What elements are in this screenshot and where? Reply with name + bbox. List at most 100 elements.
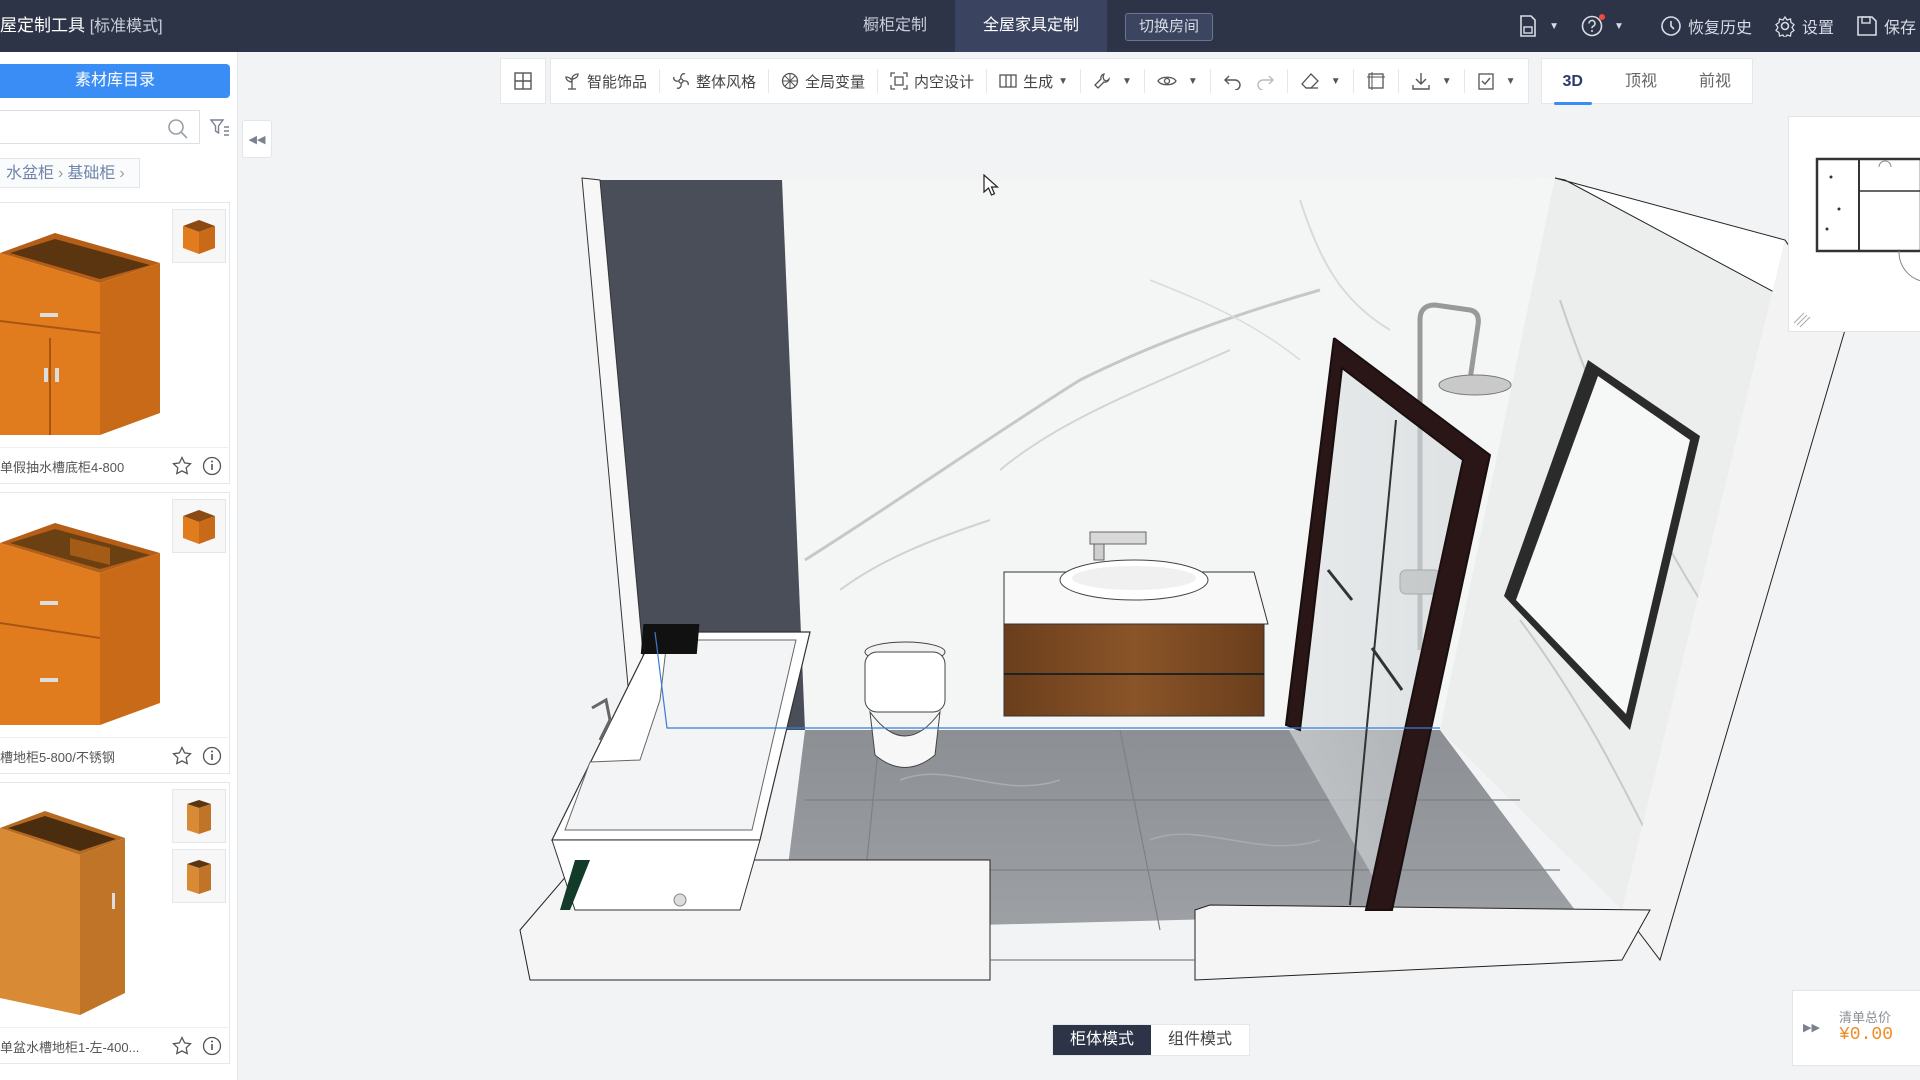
notification-dot: [1599, 14, 1606, 20]
gear-icon: [1775, 15, 1795, 37]
double-chevron-left-icon: ◀◀: [248, 133, 266, 146]
overall-style-label: 整体风格: [696, 73, 757, 91]
chevron-right-icon: ›: [58, 165, 64, 182]
toilet[interactable]: [864, 641, 946, 768]
checklist-icon: [1477, 73, 1494, 90]
download-icon: [1412, 73, 1430, 90]
cabinet-mode-button[interactable]: 柜体模式: [1053, 1025, 1152, 1055]
chevron-down-icon: ▼: [1121, 75, 1132, 87]
item-name: 槽地柜5-800/不锈钢: [0, 750, 115, 765]
collapse-panel-button[interactable]: ◀◀: [242, 120, 272, 158]
save-button[interactable]: 保存: [1856, 14, 1916, 38]
item-name: 单假抽水槽底柜4-800: [0, 460, 125, 475]
breadcrumb: 水盆柜 › 基础柜 ›: [0, 158, 140, 188]
view-tabs: 3D 顶视 前视: [1540, 58, 1753, 105]
search-input[interactable]: [0, 111, 150, 143]
mode-toggle: 柜体模式 组件模式: [1052, 1024, 1251, 1056]
eye-icon: [1157, 76, 1177, 86]
search-icon[interactable]: [167, 118, 189, 140]
layout-group: [500, 58, 546, 104]
info-icon[interactable]: [202, 1036, 222, 1056]
overall-style-button[interactable]: 整体风格: [660, 58, 768, 104]
visibility-dropdown[interactable]: ▼: [1145, 58, 1210, 104]
variant-thumbnail[interactable]: [172, 499, 226, 553]
switch-room-button[interactable]: 切换房间: [1125, 13, 1214, 41]
hollow-design-icon: [890, 72, 908, 90]
checklist-dropdown[interactable]: ▼: [1465, 58, 1528, 104]
mouse-cursor-icon: [983, 174, 1000, 196]
restore-history-label: 恢复历史: [1687, 20, 1752, 37]
card-footer: 单盆水槽地柜1-左-400...: [0, 1027, 230, 1063]
chevron-down-icon: ▼: [1058, 75, 1068, 87]
chevron-right-icon: ›: [119, 165, 125, 182]
redo-button[interactable]: [1249, 58, 1287, 104]
card-footer: 单假抽水槽底柜4-800: [0, 447, 230, 483]
product-image: [0, 493, 166, 737]
variant-thumbnail[interactable]: [172, 789, 226, 843]
download-dropdown[interactable]: ▼: [1399, 58, 1464, 104]
info-icon[interactable]: [202, 746, 222, 766]
global-variable-button[interactable]: 全局变量: [769, 58, 877, 104]
frame-button[interactable]: [1354, 58, 1398, 104]
tab-top-view[interactable]: 顶视: [1604, 59, 1678, 105]
tab-cabinet-custom[interactable]: 橱柜定制: [835, 0, 955, 52]
hollow-design-label: 内空设计: [914, 73, 975, 91]
list-item[interactable]: 单盆水槽地柜1-左-400...: [0, 782, 230, 1064]
undo-icon: [1223, 75, 1241, 90]
star-icon[interactable]: [172, 746, 192, 766]
product-image: [0, 203, 166, 447]
price-value: ¥0.00: [1839, 1025, 1894, 1045]
cabinet-image: [0, 811, 125, 1015]
help-menu-button[interactable]: ▼: [1581, 14, 1624, 37]
history-icon: [1661, 16, 1681, 36]
search-box: [0, 110, 200, 144]
breadcrumb-item-base-cabinet[interactable]: 基础柜: [67, 165, 115, 182]
eraser-icon: [1300, 73, 1319, 89]
restore-history-button[interactable]: 恢复历史: [1660, 14, 1752, 38]
tab-whole-house-furniture[interactable]: 全屋家具定制: [955, 0, 1108, 52]
chevron-down-icon: ▼: [1441, 75, 1452, 87]
file-menu-button[interactable]: ▼: [1518, 15, 1559, 37]
list-item[interactable]: 槽地柜5-800/不锈钢: [0, 492, 230, 774]
eraser-dropdown[interactable]: ▼: [1288, 58, 1353, 104]
app-mode: [标准模式]: [89, 18, 163, 35]
hollow-design-button[interactable]: 内空设计: [878, 58, 986, 104]
global-variable-icon: [781, 72, 799, 90]
settings-label: 设置: [1801, 20, 1834, 37]
component-mode-button[interactable]: 组件模式: [1151, 1025, 1249, 1055]
breadcrumb-item-sink-cabinet[interactable]: 水盆柜: [6, 165, 54, 182]
tab-front-view[interactable]: 前视: [1678, 59, 1752, 105]
3d-viewport[interactable]: [500, 160, 1880, 1010]
variant-thumbnail[interactable]: [172, 849, 226, 903]
save-label: 保存: [1883, 20, 1916, 37]
undo-button[interactable]: [1211, 58, 1249, 104]
cabinet-image: [0, 523, 160, 725]
tab-3d[interactable]: 3D: [1542, 59, 1604, 105]
generate-icon: [999, 74, 1017, 88]
tools-dropdown[interactable]: ▼: [1081, 58, 1144, 104]
plant-icon: [565, 73, 579, 90]
star-icon[interactable]: [172, 1036, 192, 1056]
wrench-icon: [1094, 73, 1111, 89]
smart-decor-button[interactable]: 智能饰品: [551, 58, 659, 104]
generate-dropdown[interactable]: 生成 ▼: [987, 58, 1080, 104]
chevron-down-icon: ▼: [1549, 20, 1560, 32]
product-image: [0, 783, 166, 1027]
floorplan-minimap[interactable]: [1788, 116, 1920, 332]
floorplan-icon: [1793, 157, 1920, 328]
filter-icon[interactable]: [210, 118, 230, 138]
chevron-down-icon: ▼: [1330, 75, 1341, 87]
info-icon[interactable]: [202, 456, 222, 476]
variant-thumbnail[interactable]: [172, 209, 226, 263]
expand-icon[interactable]: ▶▶: [1803, 1021, 1820, 1034]
file-icon: [1520, 15, 1536, 37]
save-icon: [1857, 16, 1877, 36]
chevron-down-icon: ▼: [1505, 75, 1516, 87]
chevron-down-icon: ▼: [1614, 20, 1624, 32]
list-item[interactable]: 单假抽水槽底柜4-800: [0, 202, 230, 484]
star-icon[interactable]: [172, 456, 192, 476]
item-name: 单盆水槽地柜1-左-400...: [0, 1040, 140, 1055]
library-catalog-button[interactable]: 素材库目录: [0, 64, 230, 98]
layout-button[interactable]: [501, 58, 545, 104]
settings-button[interactable]: 设置: [1774, 14, 1834, 38]
